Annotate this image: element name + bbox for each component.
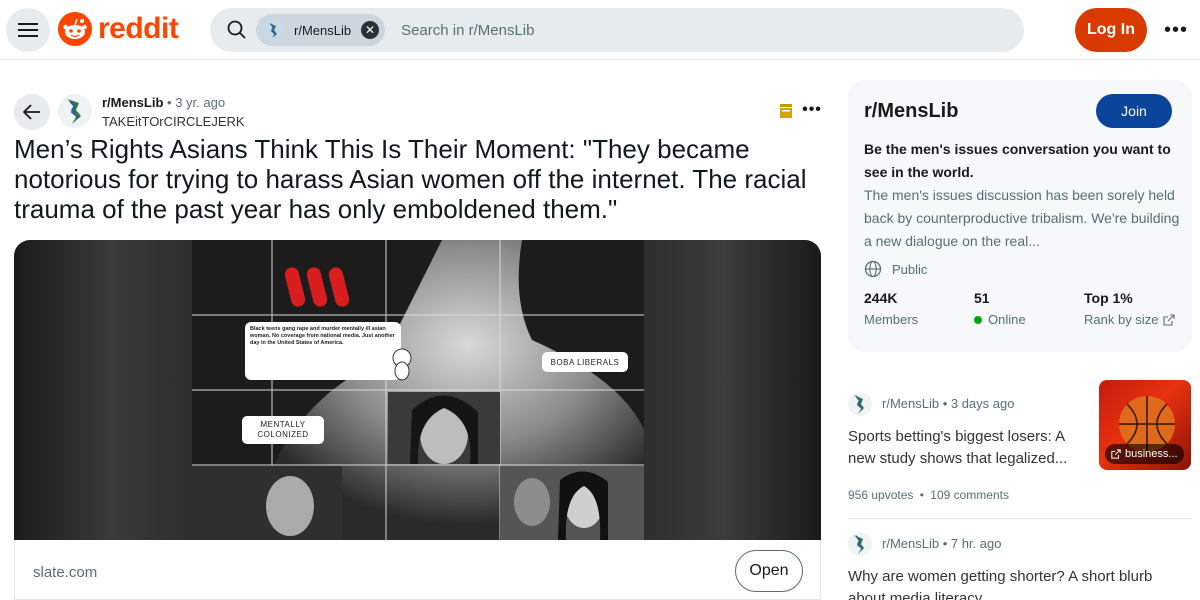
thumbnail-link-tag: business... (1105, 444, 1184, 464)
search-icon (227, 20, 246, 39)
subreddit-avatar (262, 19, 284, 41)
related-time: 3 days ago (950, 396, 1015, 411)
stat-online: 51 Online (974, 290, 1026, 327)
back-arrow-icon (23, 104, 40, 120)
search-scope-chip[interactable]: r/MensLib ✕ (256, 14, 386, 46)
media-label-mentally: MENTALLY COLONIZED (257, 420, 309, 439)
post-subreddit-link[interactable]: r/MensLib (102, 95, 163, 110)
rank-label[interactable]: Rank by size (1084, 312, 1158, 327)
external-link-icon (1111, 449, 1121, 459)
related-subreddit[interactable]: r/MensLib (882, 536, 939, 551)
online-label: Online (988, 312, 1026, 327)
community-visibility: Public (864, 260, 927, 278)
thumbnail-domain: business... (1125, 448, 1178, 460)
meta-separator: • (163, 95, 176, 110)
related-thumbnail[interactable]: business... (1099, 380, 1191, 470)
rank-value: Top 1% (1084, 290, 1133, 306)
globe-icon (864, 260, 882, 278)
logo-text: reddit (98, 12, 179, 45)
stat-rank: Top 1% Rank by size (1084, 290, 1175, 327)
media-label-boba: BOBA LIBERALS (550, 358, 620, 367)
back-button[interactable] (14, 94, 50, 130)
related-post[interactable]: r/MensLib • 7 hr. ago Why are women gett… (848, 532, 1192, 600)
meta-separator: • (939, 396, 951, 411)
community-headline: Be the men's issues conversation you wan… (864, 141, 1171, 180)
search-chip-label: r/MensLib (294, 22, 352, 38)
post-title: Men’s Rights Asians Think This Is Their … (14, 134, 807, 224)
related-meta: r/MensLib • 7 hr. ago (882, 536, 1001, 551)
related-subreddit-avatar (848, 392, 872, 416)
community-name[interactable]: r/MensLib (864, 100, 958, 123)
post-subreddit-avatar[interactable] (58, 94, 92, 128)
related-subreddit-avatar (848, 532, 872, 556)
related-title[interactable]: Sports betting's biggest losers: A new s… (848, 426, 1084, 470)
media-tweet-text: Black teens gang rape and murder mentall… (250, 326, 395, 346)
related-title[interactable]: Why are women getting shorter? A short b… (848, 566, 1192, 600)
menu-button[interactable] (6, 8, 50, 52)
related-time: 7 hr. ago (950, 536, 1002, 551)
meta-separator: • (939, 536, 951, 551)
members-count: 244K (864, 290, 898, 306)
related-stats: 956 upvotes • 109 comments (848, 488, 1009, 502)
post-more-button[interactable]: ••• (800, 98, 824, 122)
reddit-logo[interactable]: reddit (58, 12, 179, 46)
related-divider (848, 518, 1192, 519)
link-source-domain[interactable]: slate.com (33, 564, 97, 581)
members-label: Members (864, 312, 919, 327)
join-button[interactable]: Join (1096, 94, 1172, 128)
open-link-button[interactable]: Open (735, 550, 803, 592)
search-bar[interactable]: r/MensLib ✕ (210, 8, 1024, 52)
hamburger-menu-icon (18, 23, 38, 37)
close-icon[interactable]: ✕ (361, 21, 380, 39)
flag-icon[interactable] (780, 104, 792, 118)
post-media-image[interactable]: Black teens gang rape and murder mentall… (14, 240, 821, 540)
online-indicator (974, 315, 982, 324)
community-info-card: r/MensLib Join Be the men's issues conve… (848, 80, 1192, 352)
related-subreddit[interactable]: r/MensLib (882, 396, 939, 411)
online-count: 51 (974, 290, 990, 306)
stat-members: 244K Members (864, 290, 918, 327)
login-button[interactable]: Log In (1075, 8, 1147, 52)
reddit-logo-icon (58, 12, 92, 46)
related-post[interactable]: r/MensLib • 3 days ago Sports betting's … (848, 380, 1192, 512)
visibility-label: Public (892, 261, 928, 277)
external-link-icon[interactable] (1163, 313, 1175, 326)
post-meta: r/MensLib • 3 yr. ago (102, 95, 225, 110)
post-author[interactable]: TAKEitTOrCIRCLEJERK (102, 114, 245, 129)
top-header: reddit r/MensLib ✕ Log In ••• (0, 0, 1200, 60)
link-footer: slate.com Open (14, 540, 821, 600)
search-input[interactable] (401, 21, 802, 39)
media-collage: Black teens gang rape and murder mentall… (192, 240, 644, 540)
related-comments: 109 comments (930, 488, 1009, 502)
related-upvotes: 956 upvotes (848, 488, 914, 502)
related-meta: r/MensLib • 3 days ago (882, 396, 1014, 411)
post-time: 3 yr. ago (175, 95, 226, 110)
more-options-button[interactable]: ••• (1160, 14, 1192, 46)
community-description: The men's issues discussion has been sor… (864, 187, 1180, 249)
meta-separator: • (916, 488, 928, 502)
